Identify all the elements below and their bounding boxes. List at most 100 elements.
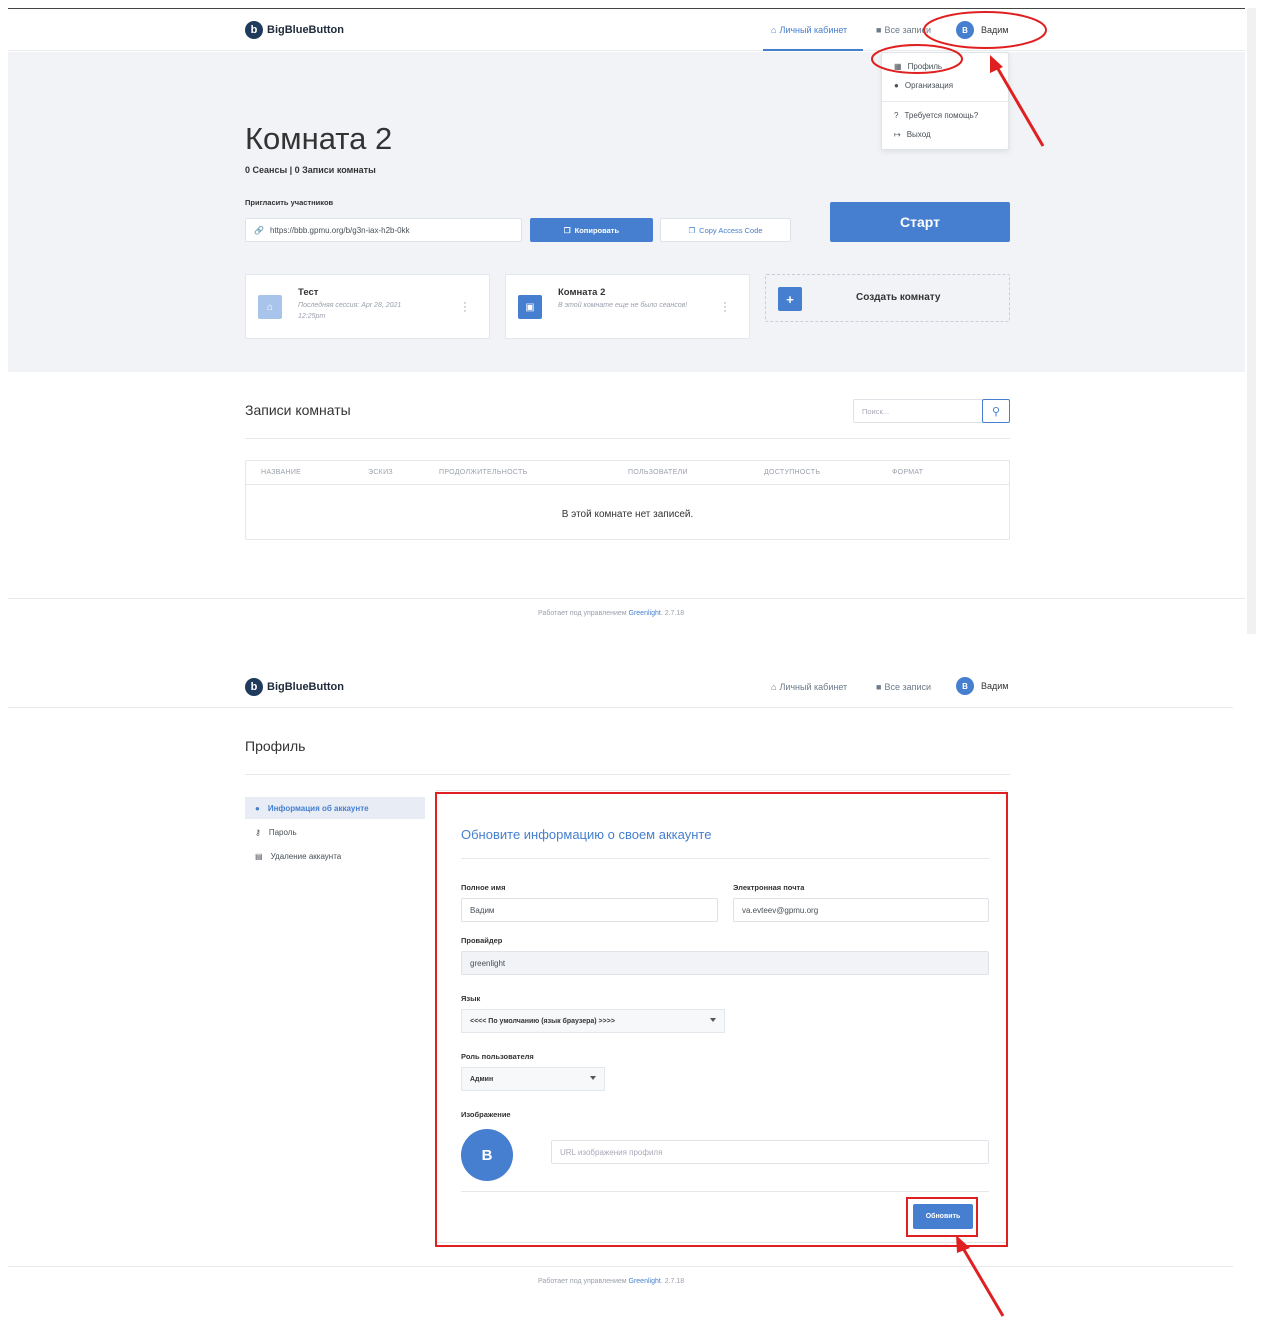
- dropdown-organization-label: Организация: [904, 81, 954, 90]
- dropdown-logout[interactable]: ↦ Выход: [894, 130, 931, 139]
- language-value: <<<< По умолчанию (язык браузера) >>>>: [470, 1017, 615, 1025]
- divider: [461, 1191, 989, 1192]
- column-header[interactable]: ДОСТУПНОСТЬ: [764, 469, 820, 476]
- copy-button[interactable]: ❐ Копировать: [530, 218, 653, 242]
- kebab-menu-icon[interactable]: · · ·: [723, 298, 727, 317]
- room-card-name: Тест: [298, 287, 319, 298]
- create-room-card[interactable]: + Создать комнату: [765, 274, 1010, 322]
- brand-logo[interactable]: b BigBlueButton: [245, 678, 344, 696]
- language-select[interactable]: <<<< По умолчанию (язык браузера) >>>>: [461, 1009, 725, 1033]
- footer-suffix: . 2.7.18: [660, 610, 685, 617]
- room-card-room2[interactable]: ▣ Комната 2 В этой комнате еще не было с…: [505, 274, 750, 339]
- role-select[interactable]: Админ: [461, 1067, 605, 1091]
- nav-home[interactable]: ⌂ Личный кабинет: [771, 25, 847, 35]
- divider: [8, 1266, 1233, 1267]
- video-icon: ■: [876, 682, 882, 692]
- copy-access-code-button[interactable]: ❐ Copy Access Code: [660, 218, 791, 242]
- room-card-subtitle: В этой комнате еще не было сеансов!: [558, 302, 688, 309]
- brand-logo[interactable]: b BigBlueButton: [245, 21, 344, 39]
- sidebar-item-label: Информация об аккаунте: [267, 803, 369, 813]
- copy-icon: ❐: [563, 225, 571, 235]
- key-icon: ⚷: [255, 827, 261, 837]
- column-header[interactable]: НАЗВАНИЕ: [261, 469, 301, 476]
- chevron-down-icon: [710, 1018, 716, 1022]
- kebab-menu-icon[interactable]: · · ·: [463, 298, 467, 317]
- update-button[interactable]: Обновить: [913, 1204, 973, 1229]
- nav-home-label: Личный кабинет: [779, 25, 848, 35]
- nav-recordings[interactable]: ■ Все записи: [876, 25, 931, 35]
- table-header: НАЗВАНИЕ ЭСКИЗ ПРОДОЛЖИТЕЛЬНОСТЬ ПОЛЬЗОВ…: [246, 461, 1009, 485]
- name-field[interactable]: Вадим: [461, 898, 718, 922]
- recordings-title: Записи комнаты: [245, 402, 351, 418]
- footer-suffix: . 2.7.18: [660, 1278, 685, 1285]
- room-title: Комната 2: [245, 121, 393, 156]
- divider: [461, 858, 989, 859]
- search-icon[interactable]: ⚲: [982, 399, 1010, 423]
- scrollbar[interactable]: [1247, 8, 1256, 634]
- user-menu[interactable]: В Вадим: [956, 677, 1008, 695]
- start-button[interactable]: Старт: [830, 202, 1010, 242]
- provider-label: Провайдер: [461, 936, 503, 945]
- brand-name: BigBlueButton: [267, 24, 344, 36]
- dropdown-help[interactable]: ? Требуется помощь?: [894, 111, 978, 120]
- home-icon: ⌂: [258, 295, 282, 319]
- trash-icon: ▤: [255, 851, 263, 861]
- nav-home-label: Личный кабинет: [779, 682, 848, 692]
- invite-label: Пригласить участников: [245, 198, 334, 207]
- user-avatar: В: [956, 21, 974, 39]
- dropdown-divider: [882, 101, 1008, 102]
- user-menu[interactable]: В Вадим: [956, 21, 1008, 39]
- brand-name: BigBlueButton: [267, 681, 344, 693]
- nav-recordings-label: Все записи: [884, 25, 932, 35]
- nav-active-underline: [763, 49, 863, 51]
- email-field[interactable]: va.evteev@gpmu.org: [733, 898, 989, 922]
- recordings-table: НАЗВАНИЕ ЭСКИЗ ПРОДОЛЖИТЕЛЬНОСТЬ ПОЛЬЗОВ…: [245, 460, 1010, 540]
- chalkboard-icon: ▣: [518, 295, 542, 319]
- footer-prefix: Работает под управлением: [538, 1278, 629, 1285]
- nav-home[interactable]: ⌂ Личный кабинет: [771, 682, 847, 692]
- column-header[interactable]: ЭСКИЗ: [368, 469, 393, 476]
- sidebar-item-delete-account[interactable]: ▤ Удаление аккаунта: [245, 845, 425, 867]
- name-label: Полное имя: [461, 883, 506, 892]
- user-name: Вадим: [981, 25, 1009, 35]
- room-card-name: Комната 2: [558, 287, 606, 298]
- greenlight-link[interactable]: Greenlight: [629, 1278, 661, 1285]
- copy-access-code-label: Copy Access Code: [699, 225, 763, 235]
- sidebar-item-account-info[interactable]: ● Информация об аккаунте: [245, 797, 425, 819]
- footer: Работает под управлением Greenlight. 2.7…: [538, 610, 684, 617]
- nav-recordings[interactable]: ■ Все записи: [876, 682, 931, 692]
- bbb-logo-icon: b: [245, 21, 263, 39]
- room-card-subtitle: Последняя сессия: Apr 28, 2021 12:25pm: [298, 302, 402, 320]
- user-icon: ●: [894, 81, 899, 90]
- recordings-search-input[interactable]: Поиск...: [853, 399, 983, 423]
- image-url-input[interactable]: URL изображения профиля: [551, 1140, 989, 1164]
- column-header[interactable]: ФОРМАТ: [892, 469, 923, 476]
- column-header[interactable]: ПОЛЬЗОВАТЕЛИ: [628, 469, 688, 476]
- profile-screenshot: b BigBlueButton ⌂ Личный кабинет ■ Все з…: [8, 665, 1233, 1315]
- column-header[interactable]: ПРОДОЛЖИТЕЛЬНОСТЬ: [439, 469, 527, 476]
- role-label: Роль пользователя: [461, 1052, 534, 1061]
- sidebar-item-label: Удаление аккаунта: [270, 851, 342, 861]
- sidebar-item-password[interactable]: ⚷ Пароль: [245, 821, 425, 843]
- room-card-test[interactable]: ⌂ Тест Последняя сессия: Apr 28, 2021 12…: [245, 274, 490, 339]
- footer-prefix: Работает под управлением: [538, 610, 629, 617]
- video-icon: ■: [876, 25, 882, 35]
- greenlight-link[interactable]: Greenlight: [629, 610, 661, 617]
- logout-icon: ↦: [894, 130, 901, 139]
- divider: [245, 774, 1010, 775]
- user-avatar: В: [956, 677, 974, 695]
- id-card-icon: ▦: [894, 62, 902, 71]
- empty-state: В этой комнате нет записей.: [561, 509, 694, 520]
- footer: Работает под управлением Greenlight. 2.7…: [538, 1278, 684, 1285]
- nav-recordings-label: Все записи: [884, 682, 932, 692]
- user-dropdown: ▦ Профиль ● Организация ? Требуется помо…: [881, 52, 1009, 150]
- dropdown-organization[interactable]: ● Организация: [894, 81, 953, 90]
- divider: [8, 598, 1245, 599]
- home-icon: ⌂: [771, 25, 777, 35]
- invite-url-field[interactable]: 🔗 https://bbb.gpmu.org/b/g3n-iax-h2b-0kk: [245, 218, 522, 242]
- top-header: b BigBlueButton ⌂ Личный кабинет ■ Все з…: [8, 9, 1245, 51]
- dropdown-profile[interactable]: ▦ Профиль: [894, 62, 942, 71]
- language-label: Язык: [461, 994, 481, 1003]
- chevron-down-icon: [590, 1076, 596, 1080]
- divider: [245, 438, 1010, 439]
